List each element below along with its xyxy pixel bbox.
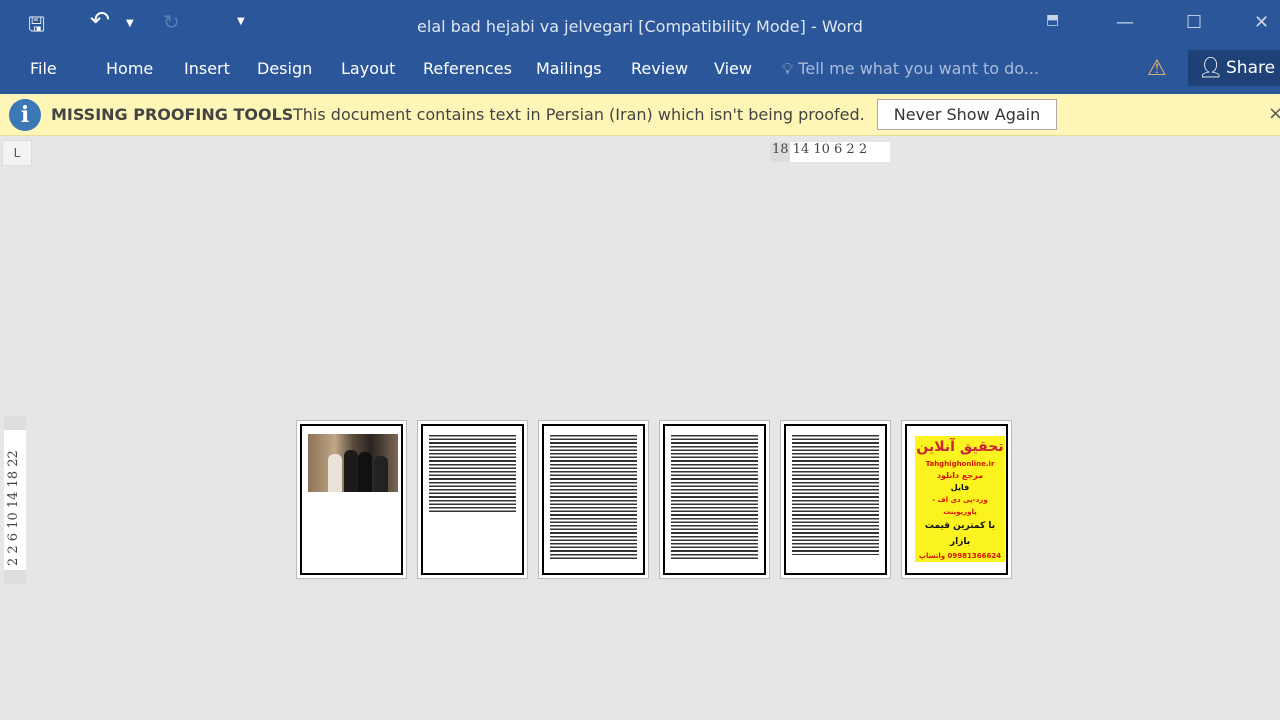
poster-line: تحقیق آنلاین: [916, 439, 1004, 455]
poster-line: مرجع دانلود: [936, 471, 984, 480]
message-bar: i MISSING PROOFING TOOLS This document c…: [0, 94, 1280, 136]
horizontal-ruler[interactable]: 18 14 10 6 2 2: [770, 142, 890, 162]
ribbon-display-icon[interactable]: ⬒: [1046, 12, 1059, 28]
ruler-numbers: 18 14 10 6 2 2: [772, 142, 868, 157]
info-icon: i: [9, 99, 41, 131]
vertical-ruler[interactable]: 2 2 6 10 14 18 22: [4, 416, 26, 584]
page-thumbnail-5[interactable]: [780, 420, 891, 579]
close-message-icon[interactable]: ×: [1268, 103, 1280, 124]
tell-me-search[interactable]: 💡︎ Tell me what you want to do...: [782, 59, 1039, 79]
warning-icon[interactable]: ⚠: [1147, 56, 1167, 81]
poster-line: 09981366624 واتساپ: [918, 552, 1002, 560]
page-thumbnail-3[interactable]: [538, 420, 649, 579]
tab-mailings[interactable]: Mailings: [536, 59, 602, 78]
advertisement-poster: تحقیق آنلاین Tahghighonline.ir مرجع دانل…: [915, 436, 1005, 562]
never-show-again-button[interactable]: Never Show Again: [877, 99, 1057, 130]
message-text: This document contains text in Persian (…: [293, 105, 865, 124]
photo-image: [308, 434, 398, 492]
page-thumbnail-1[interactable]: [296, 420, 407, 579]
tab-references[interactable]: References: [423, 59, 512, 78]
tab-home[interactable]: Home: [106, 59, 153, 78]
add-person-icon: 👤︎: [1198, 55, 1224, 79]
page-thumbnail-6[interactable]: تحقیق آنلاین Tahghighonline.ir مرجع دانل…: [901, 420, 1012, 579]
tab-design[interactable]: Design: [257, 59, 312, 78]
window-title: elal bad hejabi va jelvegari [Compatibil…: [417, 17, 863, 36]
close-icon[interactable]: ✕: [1254, 12, 1269, 33]
tab-review[interactable]: Review: [631, 59, 688, 78]
share-label: Share: [1226, 58, 1276, 78]
maximize-icon[interactable]: ☐: [1186, 12, 1202, 33]
poster-line: فایل: [950, 483, 970, 492]
tab-file[interactable]: File: [30, 59, 57, 78]
tab-insert[interactable]: Insert: [184, 59, 230, 78]
page-thumbnail-2[interactable]: [417, 420, 528, 579]
text-block: [792, 434, 879, 555]
text-block: [550, 434, 637, 561]
ruler-numbers: 2 2 6 10 14 18 22: [6, 450, 21, 566]
message-title: MISSING PROOFING TOOLS: [51, 105, 294, 124]
title-bar: 🖫 ↶ ▼ ↻ ▼ elal bad hejabi va jelvegari […: [0, 0, 1280, 48]
tab-selector[interactable]: L: [2, 140, 32, 166]
poster-line: ورد-پی دی اف - پاورپوینت: [932, 496, 988, 516]
text-block: [429, 434, 516, 513]
poster-line: با کمترین قیمت بازار: [924, 521, 996, 547]
page-thumbnail-4[interactable]: [659, 420, 770, 579]
tell-me-placeholder: Tell me what you want to do...: [798, 59, 1040, 78]
minimize-icon[interactable]: —: [1116, 12, 1134, 33]
tab-layout[interactable]: Layout: [341, 59, 395, 78]
ribbon-tabs: File Home Insert Design Layout Reference…: [0, 48, 1280, 94]
lightbulb-icon: 💡︎: [782, 59, 794, 78]
text-block: [671, 434, 758, 561]
share-button[interactable]: 👤︎ Share: [1188, 50, 1280, 86]
tab-view[interactable]: View: [714, 59, 752, 78]
poster-line: Tahghighonline.ir: [925, 460, 995, 468]
